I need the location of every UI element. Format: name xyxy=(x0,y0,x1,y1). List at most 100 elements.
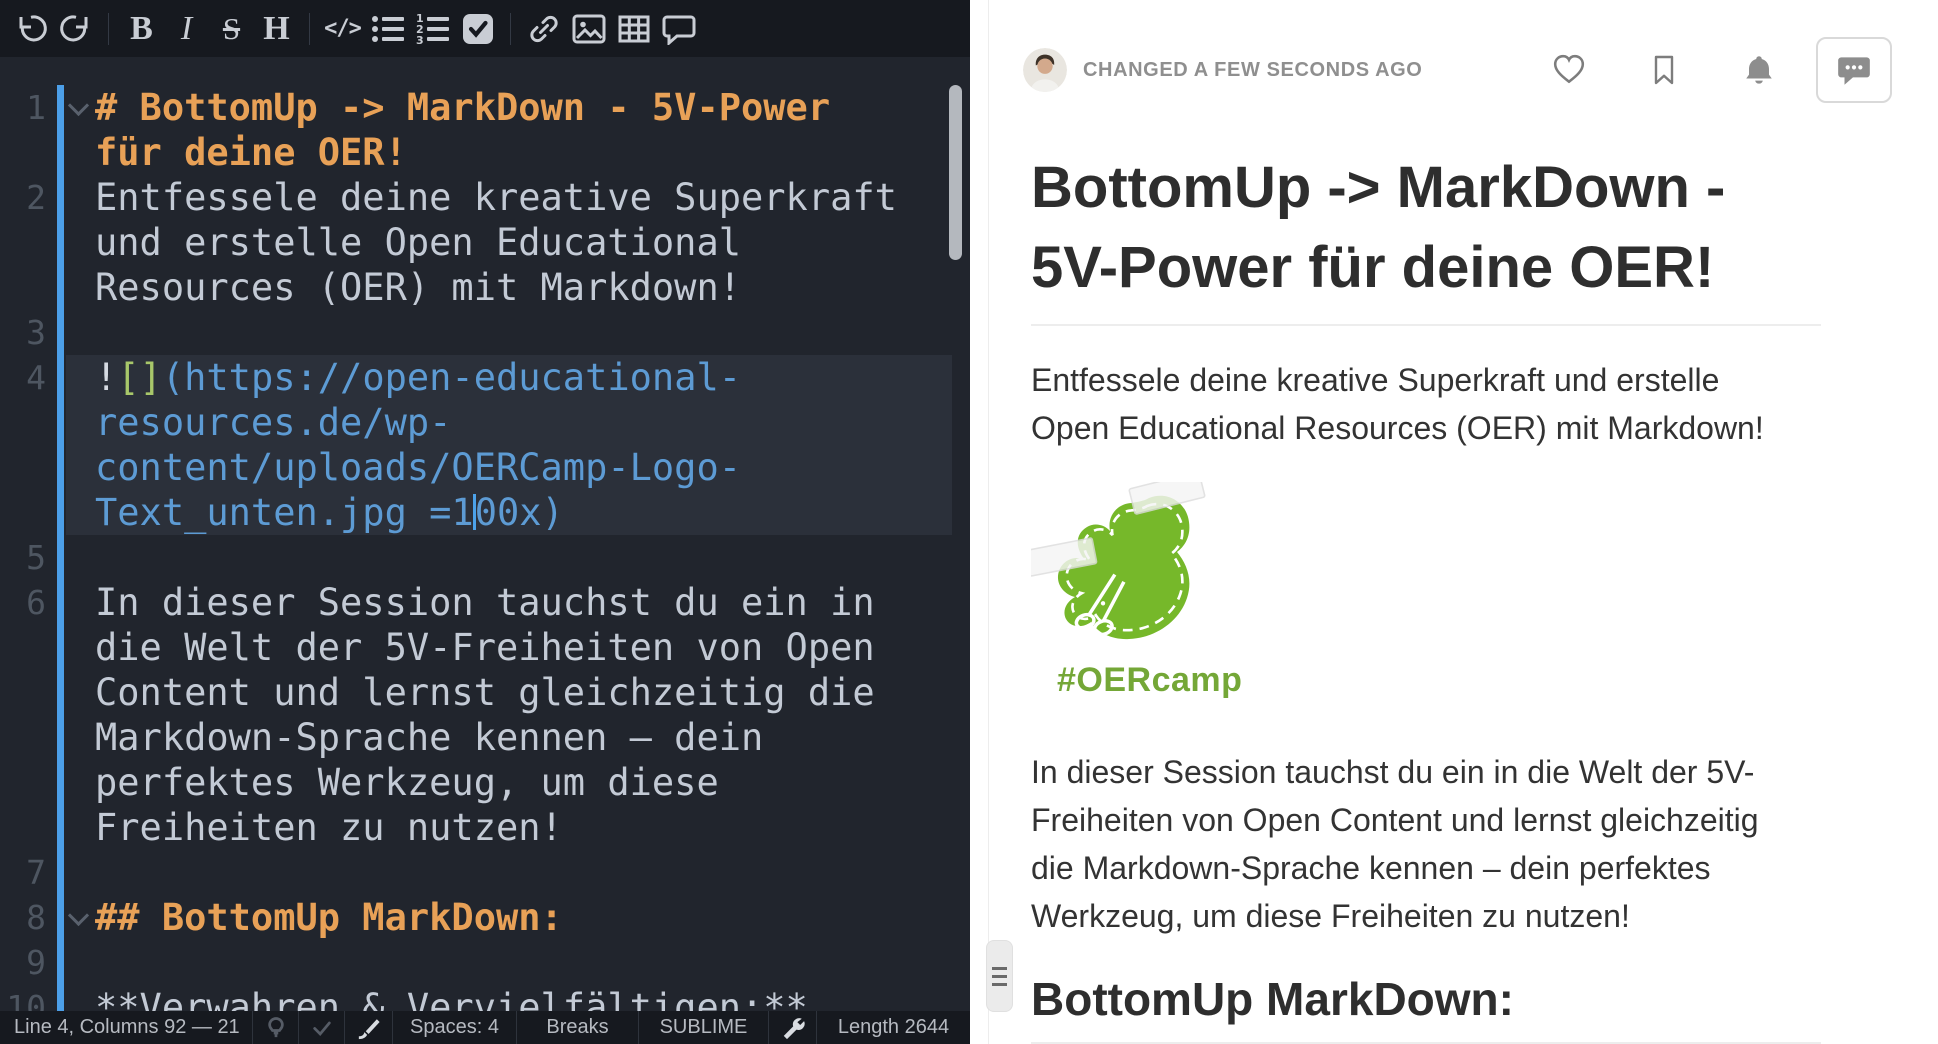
line-number: 8 xyxy=(0,895,46,940)
code-text: resources.de/wp- xyxy=(95,400,451,445)
editor-line[interactable]: 1# BottomUp -> MarkDown - 5V-Power xyxy=(0,85,970,130)
line-number: 1 xyxy=(0,85,46,130)
status-spellcheck[interactable] xyxy=(298,1011,344,1044)
image-button[interactable] xyxy=(566,6,611,51)
editor-line[interactable]: perfektes Werkzeug, um diese xyxy=(0,760,970,805)
link-icon xyxy=(528,13,560,45)
editor-line[interactable]: die Welt der 5V-Freiheiten von Open xyxy=(0,625,970,670)
code-icon: </> xyxy=(324,16,361,41)
heading-icon: H xyxy=(263,12,289,46)
undo-icon xyxy=(14,12,48,46)
comment-icon xyxy=(662,13,696,45)
strikethrough-icon: S xyxy=(223,13,240,44)
fold-chevron-icon[interactable] xyxy=(68,905,89,926)
code-text: ## BottomUp MarkDown: xyxy=(95,895,563,940)
wrench-icon xyxy=(781,1016,805,1040)
editor-line[interactable]: 7 xyxy=(0,850,970,895)
editor-line[interactable]: 9 xyxy=(0,940,970,985)
ordered-list-icon: 123 xyxy=(416,13,450,45)
session-paragraph: In dieser Session tauchst du ein in die … xyxy=(1031,748,1821,940)
bookmark-button[interactable] xyxy=(1648,54,1680,86)
link-button[interactable] xyxy=(521,6,566,51)
status-keymap-setting[interactable]: SUBLIME xyxy=(638,1011,768,1044)
code-text: Resources (OER) mit Markdown! xyxy=(95,265,741,310)
line-number: 7 xyxy=(0,850,46,895)
editor-line[interactable]: 6 In dieser Session tauchst du ein in xyxy=(0,580,970,625)
task-list-icon xyxy=(462,13,494,45)
status-indent-setting[interactable]: Spaces: 4 xyxy=(392,1011,516,1044)
check-icon xyxy=(311,1017,333,1039)
heart-icon xyxy=(1552,53,1586,87)
code-button[interactable]: </> xyxy=(320,6,365,51)
editor-line[interactable]: 10**Verwahren & Vervielfältigen:** xyxy=(0,985,970,1011)
editor-line[interactable]: 5 xyxy=(0,535,970,580)
oercamp-flame-graphic xyxy=(1031,482,1231,654)
italic-button[interactable]: I xyxy=(164,6,209,51)
redo-icon xyxy=(59,12,93,46)
editor-line[interactable]: 8 ## BottomUp MarkDown: xyxy=(0,895,970,940)
code-text: Text_unten.jpg =100x) xyxy=(95,490,564,535)
status-theme-brush[interactable] xyxy=(344,1011,392,1044)
line-number: 6 xyxy=(0,580,46,625)
brush-icon xyxy=(357,1016,381,1040)
line-number: 3 xyxy=(0,310,46,355)
preview-resize-handle[interactable] xyxy=(986,940,1013,1012)
document-title: BottomUp -> MarkDown - 5V-Power für dein… xyxy=(1031,148,1821,308)
svg-text:3: 3 xyxy=(416,34,424,45)
comments-button[interactable] xyxy=(1816,37,1892,103)
editor-line[interactable]: für deine OER! xyxy=(0,130,970,175)
editor-line[interactable]: Content und lernst gleichzeitig die xyxy=(0,670,970,715)
strikethrough-button[interactable]: S xyxy=(209,6,254,51)
pane-splitter[interactable] xyxy=(970,0,988,1044)
task-list-button[interactable] xyxy=(455,6,500,51)
editor-scrollbar[interactable] xyxy=(949,85,962,260)
bulb-icon xyxy=(266,1017,286,1039)
image-icon xyxy=(572,14,606,44)
editor-line[interactable]: resources.de/wp- xyxy=(0,400,970,445)
bold-icon: B xyxy=(130,12,153,46)
code-text: und erstelle Open Educational xyxy=(95,220,741,265)
status-linebreak-setting[interactable]: Breaks xyxy=(516,1011,638,1044)
table-button[interactable] xyxy=(611,6,656,51)
status-preferences[interactable] xyxy=(768,1011,816,1044)
comment-bubble-icon xyxy=(1835,51,1873,89)
undo-button[interactable] xyxy=(8,6,53,51)
editor-statusbar: Line 4, Columns 92 — 21 Spaces: 4BreaksSU… xyxy=(0,1011,970,1044)
toolbar-separator xyxy=(108,13,109,45)
author-avatar[interactable] xyxy=(1023,48,1067,92)
title-divider xyxy=(1031,324,1821,326)
bold-button[interactable]: B xyxy=(119,6,164,51)
markdown-editor[interactable]: 1# BottomUp -> MarkDown - 5V-Powerfür de… xyxy=(0,57,970,1011)
editor-line[interactable]: und erstelle Open Educational xyxy=(0,220,970,265)
code-text: **Verwahren & Vervielfältigen:** xyxy=(95,985,808,1011)
redo-button[interactable] xyxy=(53,6,98,51)
notifications-button[interactable] xyxy=(1742,53,1776,87)
logo-caption: #OERcamp xyxy=(1057,661,1251,700)
code-text: In dieser Session tauchst du ein in xyxy=(95,580,875,625)
preview-header: CHANGED A FEW SECONDS AGO xyxy=(989,0,1938,92)
code-text: ![](https://open-educational- xyxy=(95,355,741,400)
unordered-list-button[interactable] xyxy=(365,6,410,51)
editor-line[interactable]: Freiheiten zu nutzen! xyxy=(0,805,970,850)
editor-line[interactable]: 2Entfessele deine kreative Superkraft xyxy=(0,175,970,220)
comment-button[interactable] xyxy=(656,6,701,51)
ordered-list-button[interactable]: 123 xyxy=(410,6,455,51)
fold-chevron-icon[interactable] xyxy=(68,95,89,116)
editor-line[interactable]: 4![](https://open-educational- xyxy=(0,355,970,400)
editor-line[interactable]: content/uploads/OERCamp-Logo- xyxy=(0,445,970,490)
editor-line[interactable]: Text_unten.jpg =100x) xyxy=(0,490,970,535)
oercamp-logo-image: #OERcamp xyxy=(1031,482,1251,700)
bell-icon xyxy=(1742,53,1776,87)
line-number: 5 xyxy=(0,535,46,580)
last-changed-label: CHANGED A FEW SECONDS AGO xyxy=(1083,59,1422,82)
editor-line[interactable]: 3 xyxy=(0,310,970,355)
heading-button[interactable]: H xyxy=(254,6,299,51)
like-button[interactable] xyxy=(1552,53,1586,87)
status-cursor-position: Line 4, Columns 92 — 21 xyxy=(0,1011,252,1044)
editor-line[interactable]: Resources (OER) mit Markdown! xyxy=(0,265,970,310)
code-text: für deine OER! xyxy=(95,130,407,175)
editor-line[interactable]: Markdown-Sprache kennen – dein xyxy=(0,715,970,760)
preview-content: BottomUp -> MarkDown - 5V-Power für dein… xyxy=(1031,148,1821,1044)
status-hint[interactable] xyxy=(252,1011,298,1044)
line-number: 2 xyxy=(0,175,46,220)
